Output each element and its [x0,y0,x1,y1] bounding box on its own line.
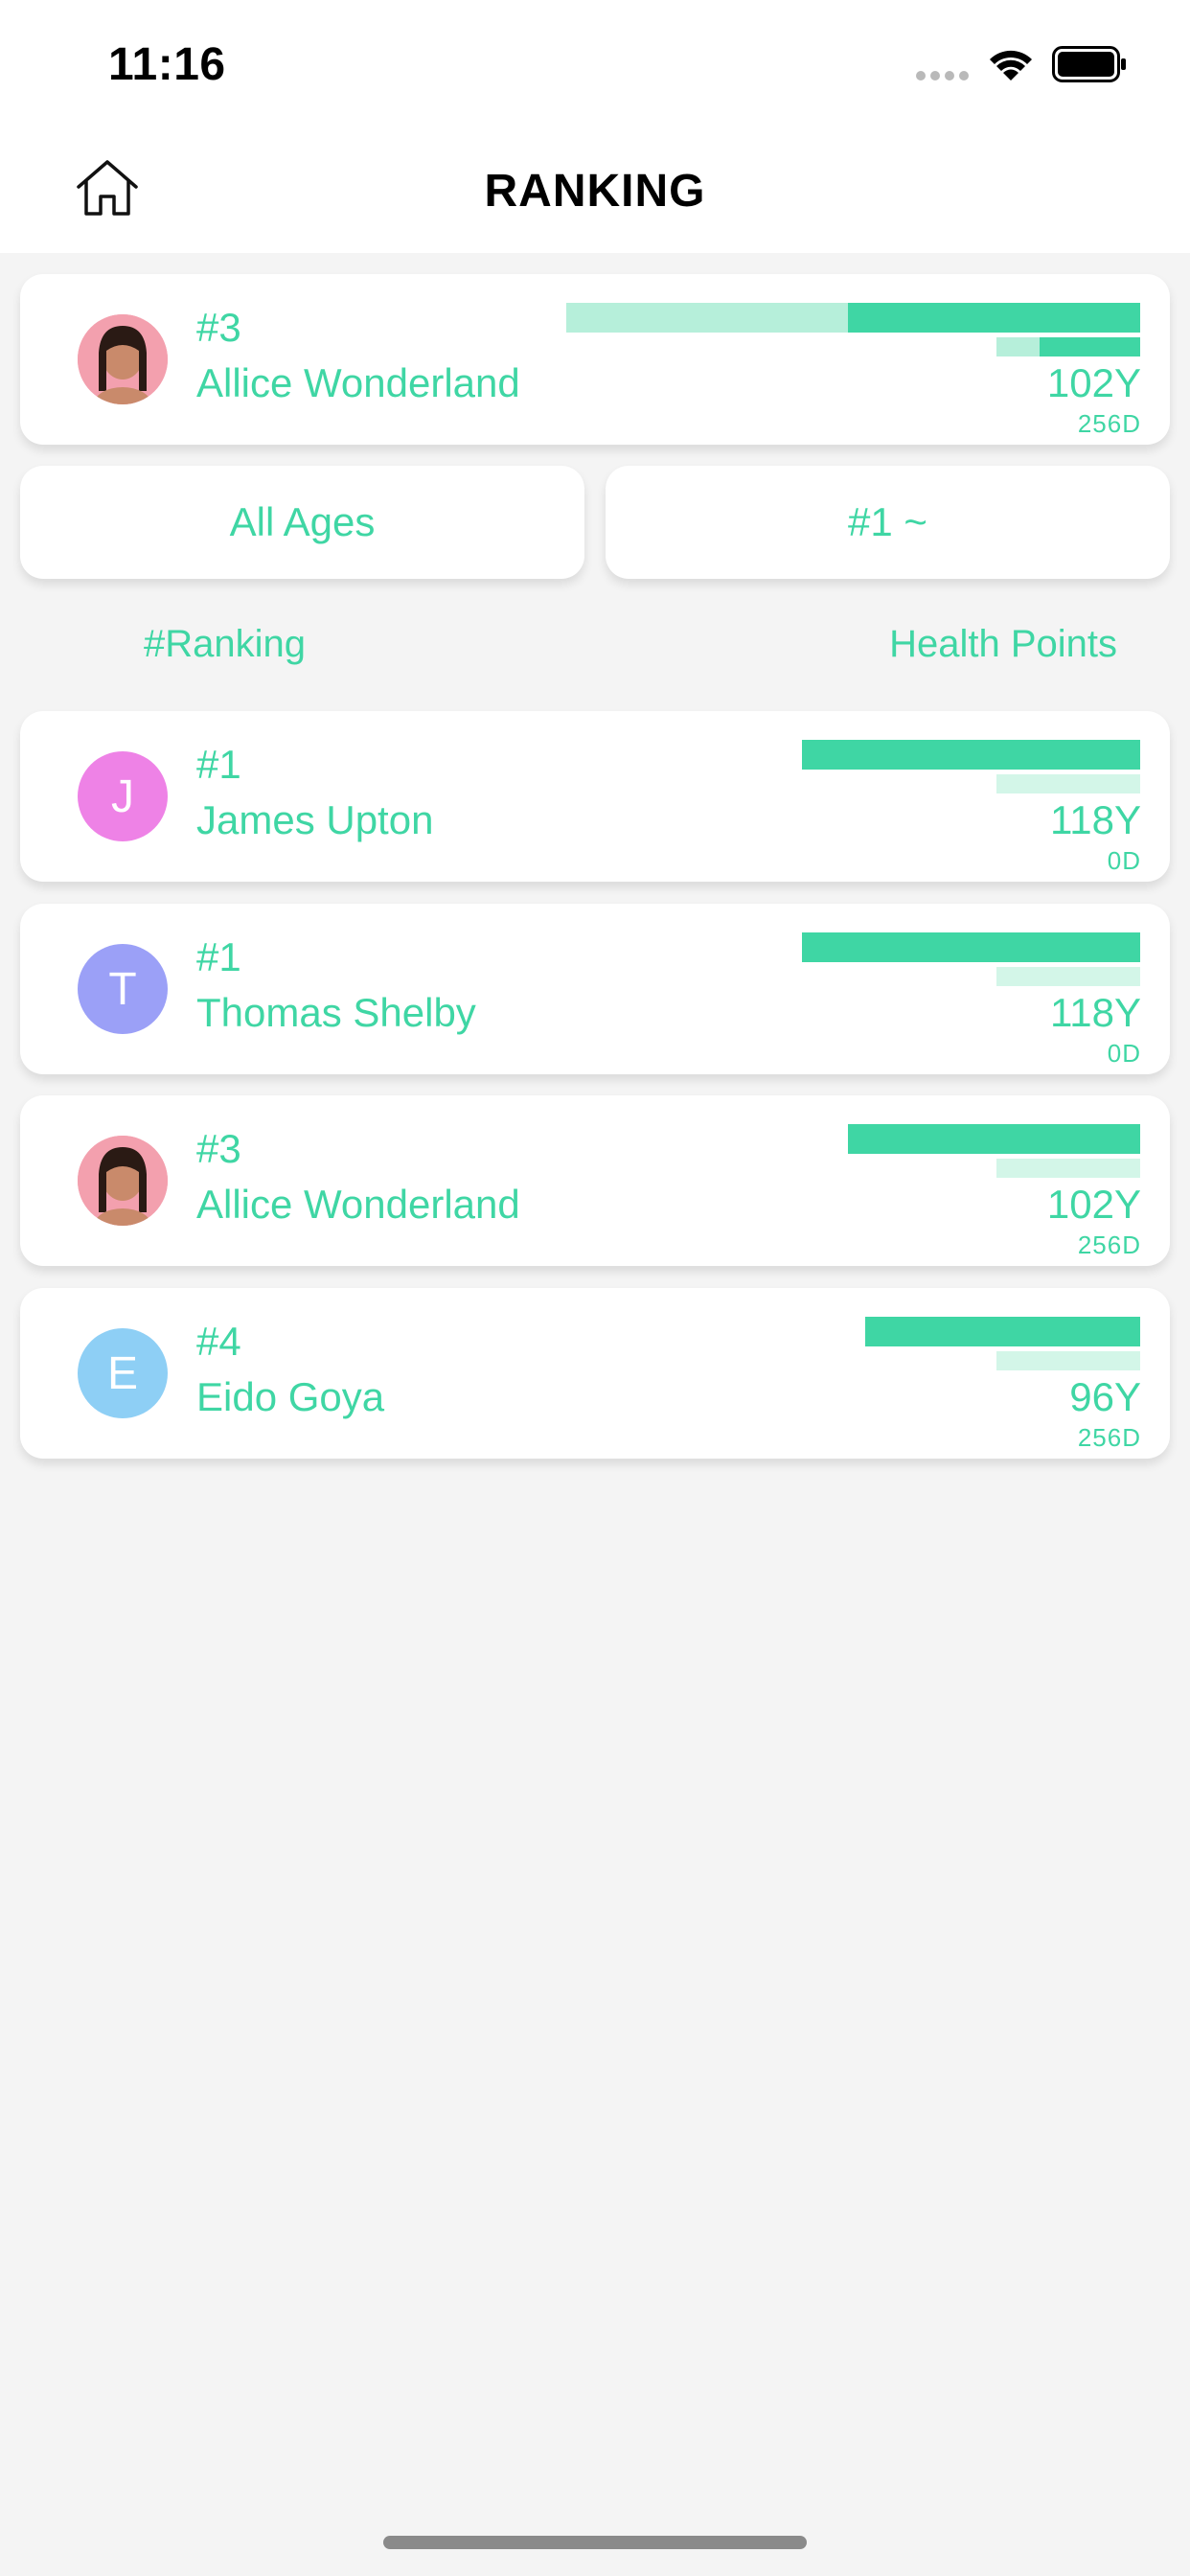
nav-bar: RANKING [0,125,1190,253]
health-bar-fill [848,1124,1140,1154]
health-points-column-header: Health Points [889,623,1117,665]
wifi-icon [990,50,1032,80]
page-title: RANKING [484,166,706,217]
days-bar-track [996,1159,1140,1178]
list-item[interactable]: #3 Allice Wonderland 102Y 256D [20,1095,1170,1266]
ranking-column-header: #Ranking [144,623,307,665]
avatar [78,1136,168,1226]
avatar: J [78,751,168,841]
health-bar-fill [848,303,1140,333]
rank-label: #3 [196,305,241,350]
health-days: 0D [1107,846,1141,875]
days-bar-track [996,967,1140,986]
days-bar-track [996,774,1140,794]
days-bar-track [996,337,1040,356]
rank-label: #1 [196,934,241,979]
avatar: T [78,944,168,1034]
battery-icon [1052,46,1126,82]
cellular-signal-icon [916,71,969,80]
health-years: 96Y [1069,1374,1141,1419]
health-bar-track [566,303,849,333]
health-days: 256D [1077,1230,1141,1259]
health-bar-fill [865,1317,1140,1346]
avatar: E [78,1328,168,1418]
health-bar-fill [802,740,1140,770]
list-item[interactable]: J #1 James Upton 118Y 0D [20,711,1170,882]
rank-label: #3 [196,1126,241,1171]
my-ranking-card: #3 Allice Wonderland 102Y 256D [20,274,1170,445]
days-bar-track [996,1351,1140,1370]
days-bar-fill [1040,337,1140,356]
status-bar: 11:16 [0,0,1190,125]
health-years: 118Y [1050,797,1141,842]
user-name: Allice Wonderland [196,1182,520,1227]
health-days: 256D [1077,1423,1141,1452]
list-item[interactable]: T #1 Thomas Shelby 118Y 0D [20,904,1170,1074]
health-days: 0D [1107,1039,1141,1068]
user-name: Eido Goya [196,1374,385,1419]
avatar [78,314,168,404]
health-days: 256D [1077,409,1141,438]
user-name: James Upton [196,797,434,842]
list-item[interactable]: E #4 Eido Goya 96Y 256D [20,1288,1170,1459]
age-filter-button[interactable]: All Ages [20,466,584,579]
home-indicator[interactable] [383,2536,807,2549]
status-time: 11:16 [108,39,226,90]
rank-range-filter-button[interactable]: #1 ~ [606,466,1170,579]
health-years: 102Y [1046,360,1141,405]
health-years: 118Y [1050,990,1141,1035]
rank-label: #4 [196,1319,241,1364]
health-years: 102Y [1046,1182,1141,1227]
health-bar-fill [802,932,1140,962]
rank-label: #1 [196,742,241,787]
avatar-photo-icon [78,314,168,404]
avatar-photo-icon [78,1136,168,1226]
user-name: Allice Wonderland [196,360,520,405]
user-name: Thomas Shelby [196,990,476,1035]
